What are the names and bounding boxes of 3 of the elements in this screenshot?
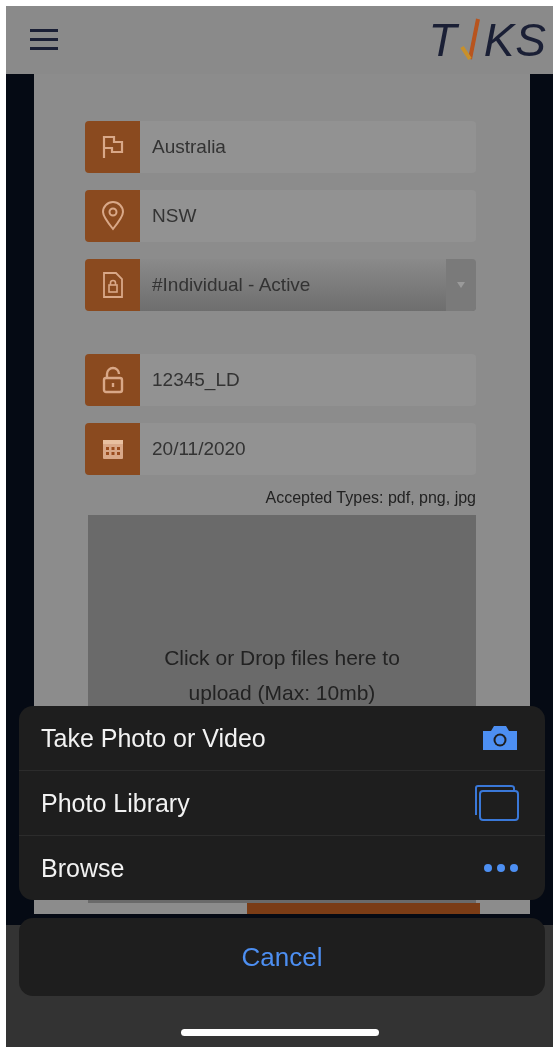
logo-text: T [428, 13, 458, 67]
accepted-types-text: Accepted Types: pdf, png, jpg [264, 489, 476, 507]
logo-text: KS [483, 13, 547, 67]
